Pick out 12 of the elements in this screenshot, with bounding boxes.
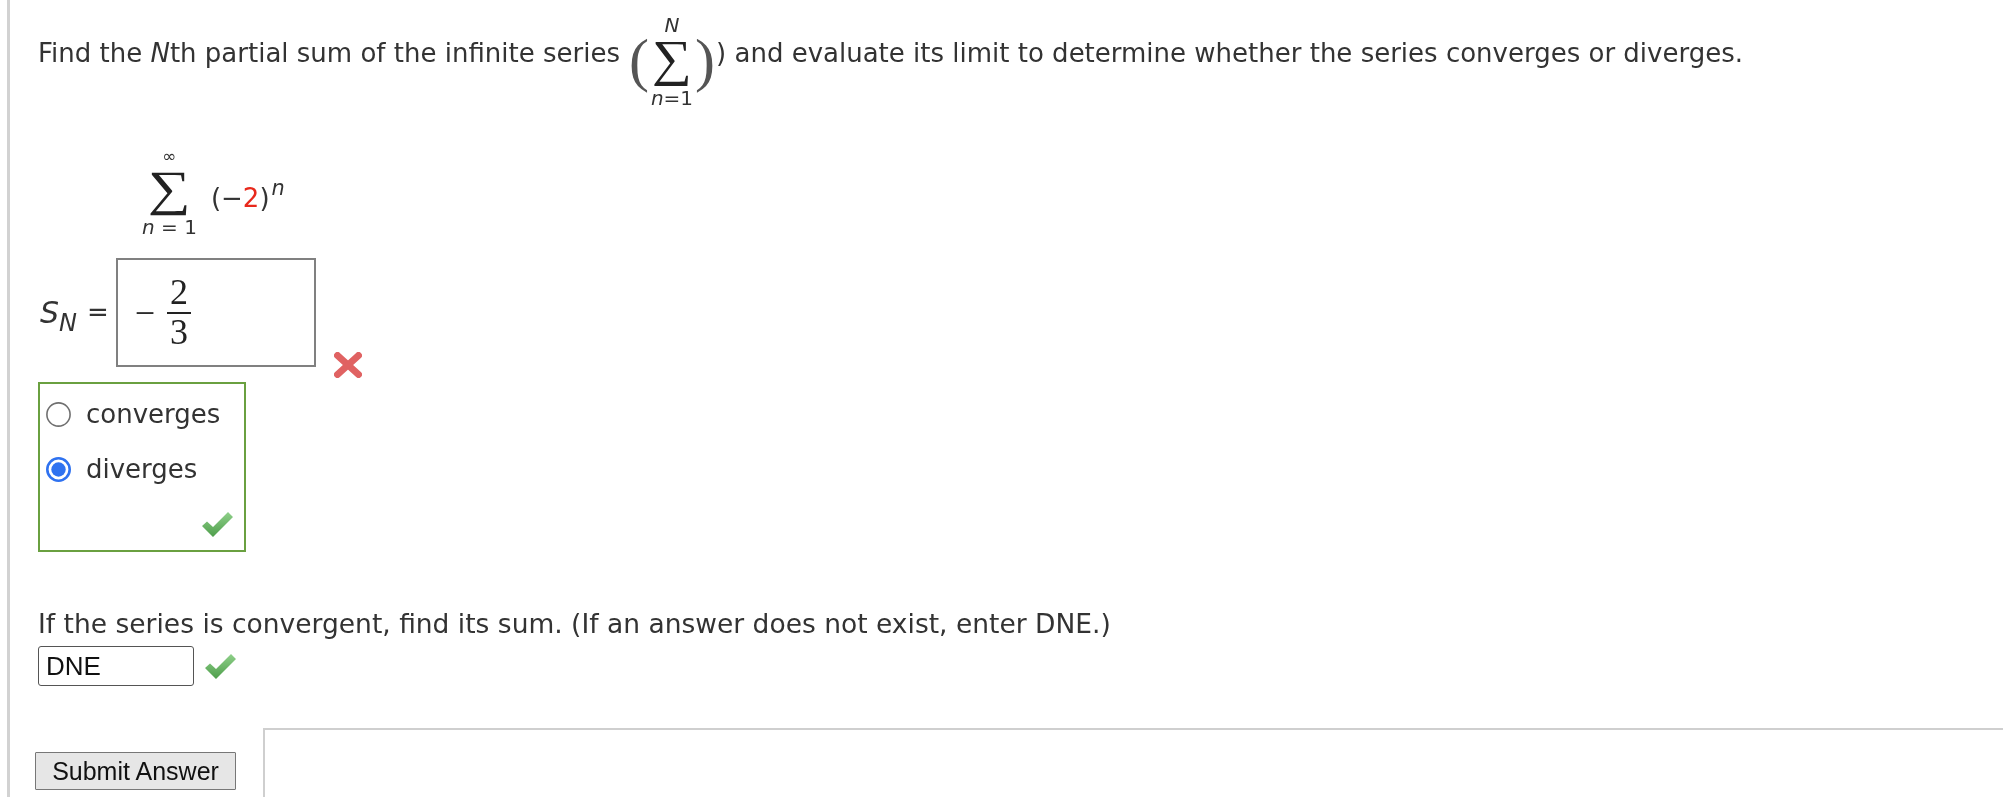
submit-button[interactable]: Submit Answer bbox=[35, 752, 236, 791]
answer-field[interactable]: DNE bbox=[38, 646, 194, 687]
question-text: Find the Nth partial sum of the infinite series bbox=[38, 38, 620, 70]
radio-button[interactable] bbox=[46, 402, 71, 428]
variable-label: S$_{N}$ bbox=[40, 294, 77, 331]
equals-sign: = bbox=[87, 297, 109, 329]
option-label[interactable]: diverges bbox=[86, 454, 198, 486]
radio-button[interactable] bbox=[46, 457, 71, 483]
question-text: If the series is convergent, find its sum. (If an answer does not exist, enter DNE.) bbox=[38, 608, 1111, 641]
series-formula: ∞ ∑ n = 1 (−2)$^{n}$ bbox=[141, 146, 285, 239]
question-text: ) and evaluate its limit to determine whether the series converges or diverges. bbox=[716, 38, 1743, 70]
option-label[interactable]: converges bbox=[86, 399, 221, 431]
